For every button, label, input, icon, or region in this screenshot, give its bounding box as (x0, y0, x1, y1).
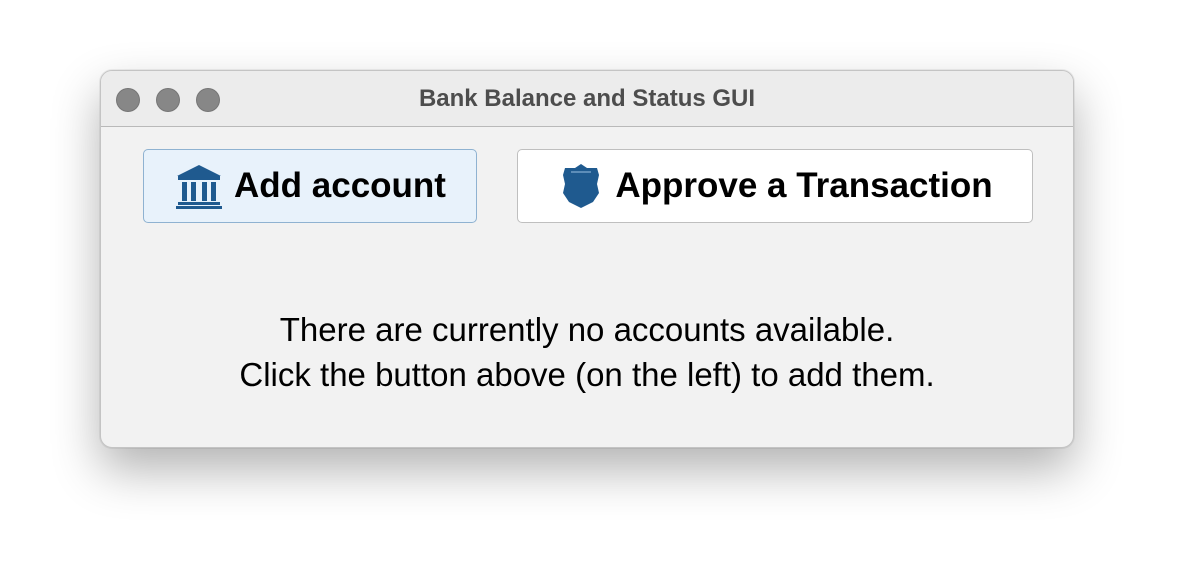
title-bar[interactable]: Bank Balance and Status GUI (101, 71, 1073, 127)
window-title: Bank Balance and Status GUI (418, 85, 756, 112)
approve-transaction-label: Approve a Transaction (615, 166, 993, 205)
shield-icon (557, 162, 605, 210)
add-account-label: Add account (234, 166, 446, 205)
bank-icon (174, 162, 224, 210)
empty-state-line-2: Click the button above (on the left) to … (239, 356, 935, 393)
approve-transaction-button[interactable]: Approve a Transaction (517, 149, 1033, 223)
empty-state-line-1: There are currently no accounts availabl… (279, 311, 895, 348)
add-account-button[interactable]: Add account (143, 149, 477, 223)
empty-state-message: There are currently no accounts availabl… (101, 307, 1073, 397)
content-area: Add account Approve a Transaction There … (101, 127, 1073, 447)
app-window: Bank Balance and Status GUI Add account (100, 70, 1074, 448)
